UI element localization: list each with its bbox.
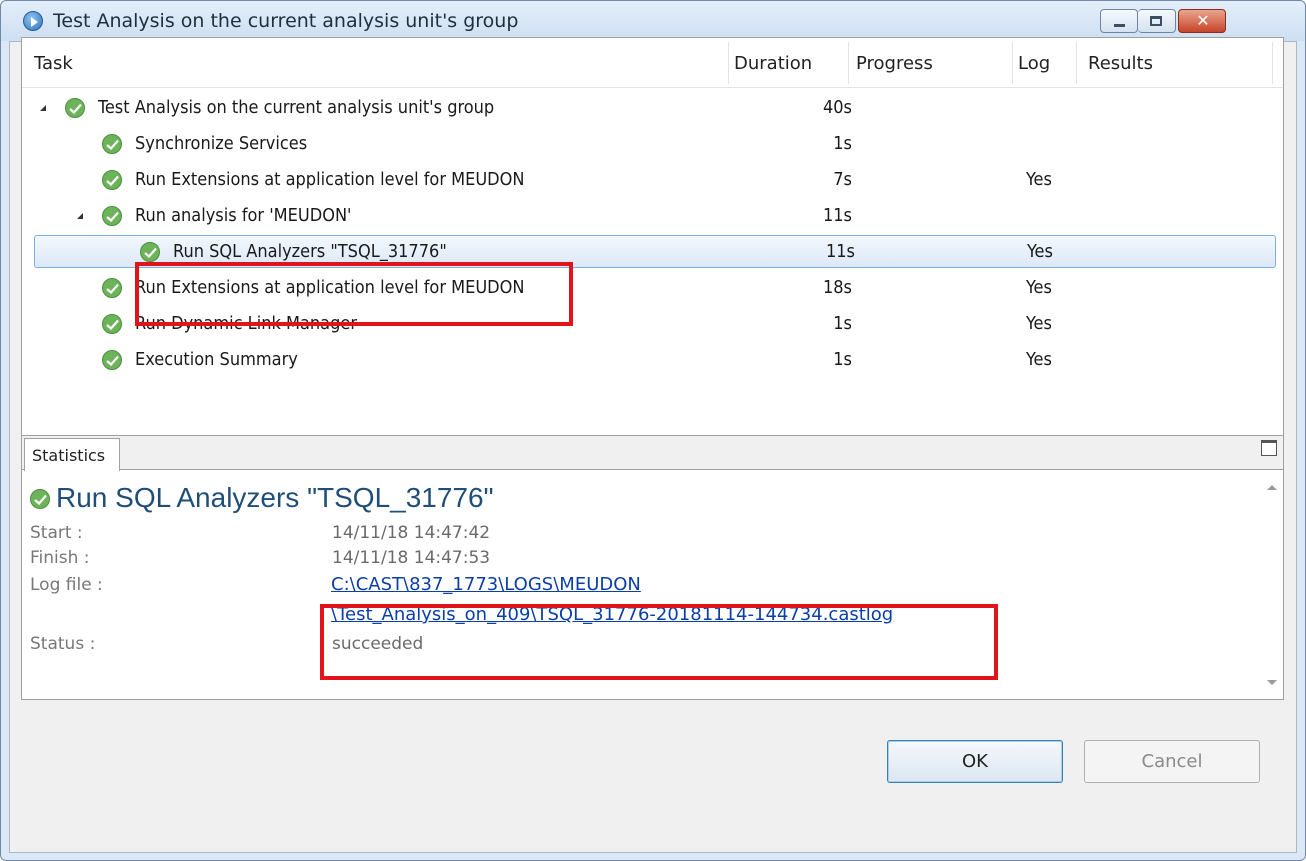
- task-label: Test Analysis on the current analysis un…: [98, 97, 495, 118]
- task-duration: 1s: [833, 133, 852, 154]
- task-label: Run analysis for 'MEUDON': [135, 205, 352, 226]
- task-log: Yes: [1026, 277, 1052, 298]
- log-file-link[interactable]: C:\CAST\837_1773\LOGS\MEUDON: [331, 574, 641, 595]
- column-header-duration[interactable]: Duration: [734, 53, 812, 74]
- table-row[interactable]: Run Extensions at application level for …: [22, 162, 1283, 198]
- table-header: Task Duration Progress Log Results: [22, 38, 1283, 88]
- success-check-icon: [140, 242, 160, 262]
- close-button[interactable]: ✕: [1178, 9, 1226, 33]
- restore-panel-icon[interactable]: [1261, 440, 1277, 456]
- vertical-scrollbar[interactable]: [1262, 471, 1282, 699]
- table-row[interactable]: Run analysis for 'MEUDON' 11s: [22, 198, 1283, 234]
- success-check-icon: [102, 206, 122, 226]
- column-header-progress[interactable]: Progress: [856, 53, 933, 74]
- highlight-box-task: [135, 262, 573, 326]
- task-label: Run Extensions at application level for …: [135, 169, 525, 190]
- task-log: Yes: [1026, 169, 1052, 190]
- highlight-box-log: [320, 604, 998, 680]
- collapse-arrow-icon[interactable]: [77, 213, 83, 219]
- start-label: Start :: [30, 523, 83, 543]
- tab-strip: Statistics: [22, 436, 1283, 471]
- table-row[interactable]: Test Analysis on the current analysis un…: [22, 90, 1283, 126]
- task-log: Yes: [1027, 241, 1053, 262]
- finish-value: 14/11/18 14:47:53: [332, 548, 491, 568]
- ok-button[interactable]: OK: [887, 740, 1063, 783]
- success-check-icon: [102, 314, 122, 334]
- task-tree[interactable]: Task Duration Progress Log Results Test …: [21, 37, 1284, 460]
- success-check-icon: [65, 98, 85, 118]
- statistics-title: Run SQL Analyzers "TSQL_31776": [30, 482, 494, 514]
- statistics-title-text: Run SQL Analyzers "TSQL_31776": [56, 482, 494, 513]
- task-duration: 1s: [833, 313, 852, 334]
- status-label: Status :: [30, 634, 96, 654]
- window-title: Test Analysis on the current analysis un…: [53, 10, 519, 32]
- column-header-results[interactable]: Results: [1088, 53, 1153, 74]
- title-bar[interactable]: Test Analysis on the current analysis un…: [1, 1, 1305, 41]
- play-icon: [23, 11, 43, 31]
- maximize-icon: [1150, 16, 1162, 26]
- minimize-icon: [1114, 24, 1125, 27]
- table-row[interactable]: Execution Summary 1s Yes: [22, 342, 1283, 378]
- task-duration: 11s: [825, 241, 855, 262]
- minimize-button[interactable]: [1100, 9, 1138, 33]
- task-log: Yes: [1026, 313, 1052, 334]
- scroll-down-icon[interactable]: [1267, 680, 1277, 685]
- maximize-button[interactable]: [1138, 9, 1176, 33]
- column-header-task[interactable]: Task: [34, 53, 73, 74]
- task-duration: 7s: [833, 169, 852, 190]
- task-log: Yes: [1026, 349, 1052, 370]
- close-icon: ✕: [1196, 11, 1210, 30]
- collapse-arrow-icon[interactable]: [40, 105, 46, 111]
- tab-statistics[interactable]: Statistics: [24, 438, 120, 471]
- success-check-icon: [102, 134, 122, 154]
- task-duration: 11s: [822, 205, 852, 226]
- success-check-icon: [102, 350, 122, 370]
- scroll-up-icon[interactable]: [1267, 485, 1277, 490]
- success-check-icon: [102, 278, 122, 298]
- table-row[interactable]: Synchronize Services 1s: [22, 126, 1283, 162]
- log-file-label: Log file :: [30, 575, 103, 595]
- start-value: 14/11/18 14:47:42: [332, 523, 491, 543]
- finish-label: Finish :: [30, 548, 90, 568]
- task-duration: 1s: [833, 349, 852, 370]
- task-label: Synchronize Services: [135, 133, 308, 154]
- success-check-icon: [102, 170, 122, 190]
- task-duration: 40s: [822, 97, 852, 118]
- success-check-icon: [30, 489, 50, 509]
- task-label: Run SQL Analyzers "TSQL_31776": [173, 241, 447, 262]
- column-header-log[interactable]: Log: [1018, 53, 1050, 74]
- cancel-button[interactable]: Cancel: [1084, 740, 1260, 783]
- task-label: Execution Summary: [135, 349, 298, 370]
- dialog-window: Test Analysis on the current analysis un…: [0, 0, 1306, 861]
- task-duration: 18s: [822, 277, 852, 298]
